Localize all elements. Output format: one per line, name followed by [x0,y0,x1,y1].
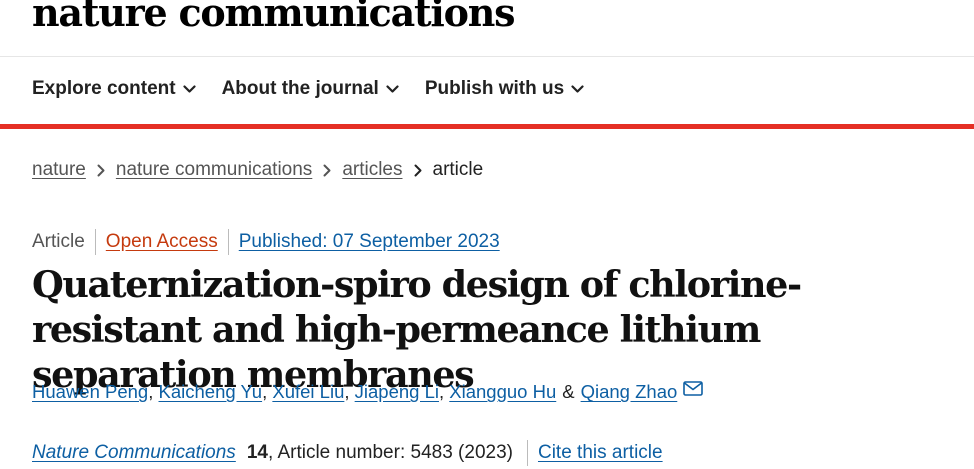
chevron-right-icon [323,164,331,177]
article-type: Article [32,231,85,252]
author-conjunction: & [562,381,575,402]
article-number: , Article number: 5483 (2023) [267,442,513,463]
citation-divider [526,440,528,466]
nav-label: Publish with us [424,78,565,99]
open-access-link[interactable]: Open Access [106,231,218,253]
meta-divider [227,229,229,255]
article-meta: Article Open Access Published: 07 Septem… [32,229,500,255]
author-separator: , [262,381,268,402]
nav-label: Explore content [32,78,176,99]
header-divider [0,56,974,57]
breadcrumb: nature nature communications articles ar… [32,159,483,181]
author-link[interactable]: Xiangguo Hu [449,381,556,403]
cite-this-article-link[interactable]: Cite this article [538,442,663,464]
nav-about-journal[interactable]: About the journal [222,78,399,100]
accent-bar [0,124,974,129]
chevron-right-icon [414,164,422,177]
citation-line: Nature Communications 14 , Article numbe… [32,440,663,466]
chevron-down-icon [571,84,584,93]
author-link[interactable]: Huawen Peng [32,381,148,403]
chevron-down-icon [182,84,196,93]
author-separator: , [148,381,154,402]
author-link[interactable]: Xufei Liu [272,381,344,403]
article-title: Quaternization-spiro design of chlorine-… [32,263,802,396]
chevron-right-icon [97,164,105,177]
meta-divider [94,229,96,255]
author-list: Huawen Peng, Kaicheng Yu, Xufei Liu, Jia… [32,380,704,403]
journal-logo[interactable]: nature communications [32,0,516,35]
chevron-down-icon [386,84,399,93]
author-separator: , [344,381,350,402]
nav-explore-content[interactable]: Explore content [32,78,196,100]
main-nav: Explore content About the journal Publis… [32,78,584,100]
author-link[interactable]: Kaicheng Yu [159,381,263,403]
breadcrumb-current: article [432,159,484,180]
author-link[interactable]: Jiapeng Li [355,381,439,403]
mail-icon[interactable] [683,380,704,396]
nav-publish-with-us[interactable]: Publish with us [425,78,584,100]
breadcrumb-link-nature[interactable]: nature [32,159,86,181]
volume-number: 14 [246,442,268,463]
journal-link[interactable]: Nature Communications [32,442,236,464]
breadcrumb-link-nature-communications[interactable]: nature communications [116,159,312,181]
author-separator: , [438,381,445,402]
nav-label: About the journal [221,78,379,99]
published-date-link[interactable]: Published: 07 September 2023 [239,231,500,253]
author-link-corresponding[interactable]: Qiang Zhao [581,381,678,403]
breadcrumb-link-articles[interactable]: articles [342,159,402,181]
